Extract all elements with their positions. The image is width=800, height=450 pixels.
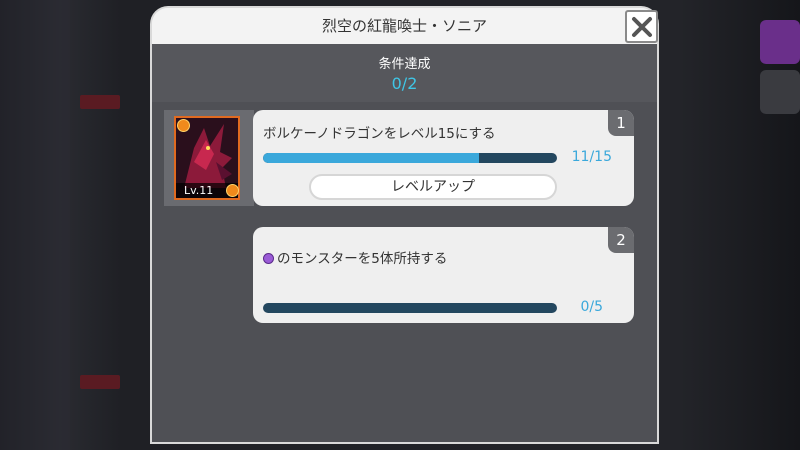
condition-label: 条件達成 [378, 57, 431, 72]
background-marker [80, 375, 120, 389]
mission-progress-fill [263, 153, 479, 163]
mission-card-2: 2 のモンスターを5体所持する 0/5 [253, 227, 634, 323]
sub-attribute-icon [226, 184, 239, 197]
background-side-button [760, 20, 800, 64]
background-panel [0, 0, 70, 450]
mission-number: 1 [608, 110, 634, 136]
close-icon [631, 16, 652, 37]
level-up-button[interactable]: レベルアップ [309, 174, 557, 200]
mission-card-1: 1 ボルケーノドラゴンをレベル15にする 11/15 レベルアップ [253, 110, 634, 206]
mission-text: のモンスターを5体所持する [277, 251, 448, 267]
condition-progress: 0/2 [391, 74, 418, 93]
mission-progress-text: 11/15 [571, 149, 612, 165]
condition-header: 条件達成 0/2 [152, 44, 657, 102]
background-marker [80, 95, 120, 109]
dark-attribute-orb-icon [263, 253, 274, 264]
background-side-button [760, 70, 800, 114]
mission-text-row: のモンスターを5体所持する [263, 247, 447, 267]
mission-dialog: 烈空の紅龍喚士・ソニア 条件達成 0/2 [152, 8, 657, 442]
mission-number: 2 [608, 227, 634, 253]
close-button[interactable] [625, 10, 658, 43]
mission-progress-bar [263, 153, 557, 163]
fire-attribute-icon [177, 119, 190, 132]
mission-progress-bar [263, 303, 557, 313]
dialog-title: 烈空の紅龍喚士・ソニア [152, 8, 657, 44]
mission-progress-text: 0/5 [580, 299, 603, 315]
mission-text: ボルケーノドラゴンをレベル15にする [263, 126, 496, 142]
